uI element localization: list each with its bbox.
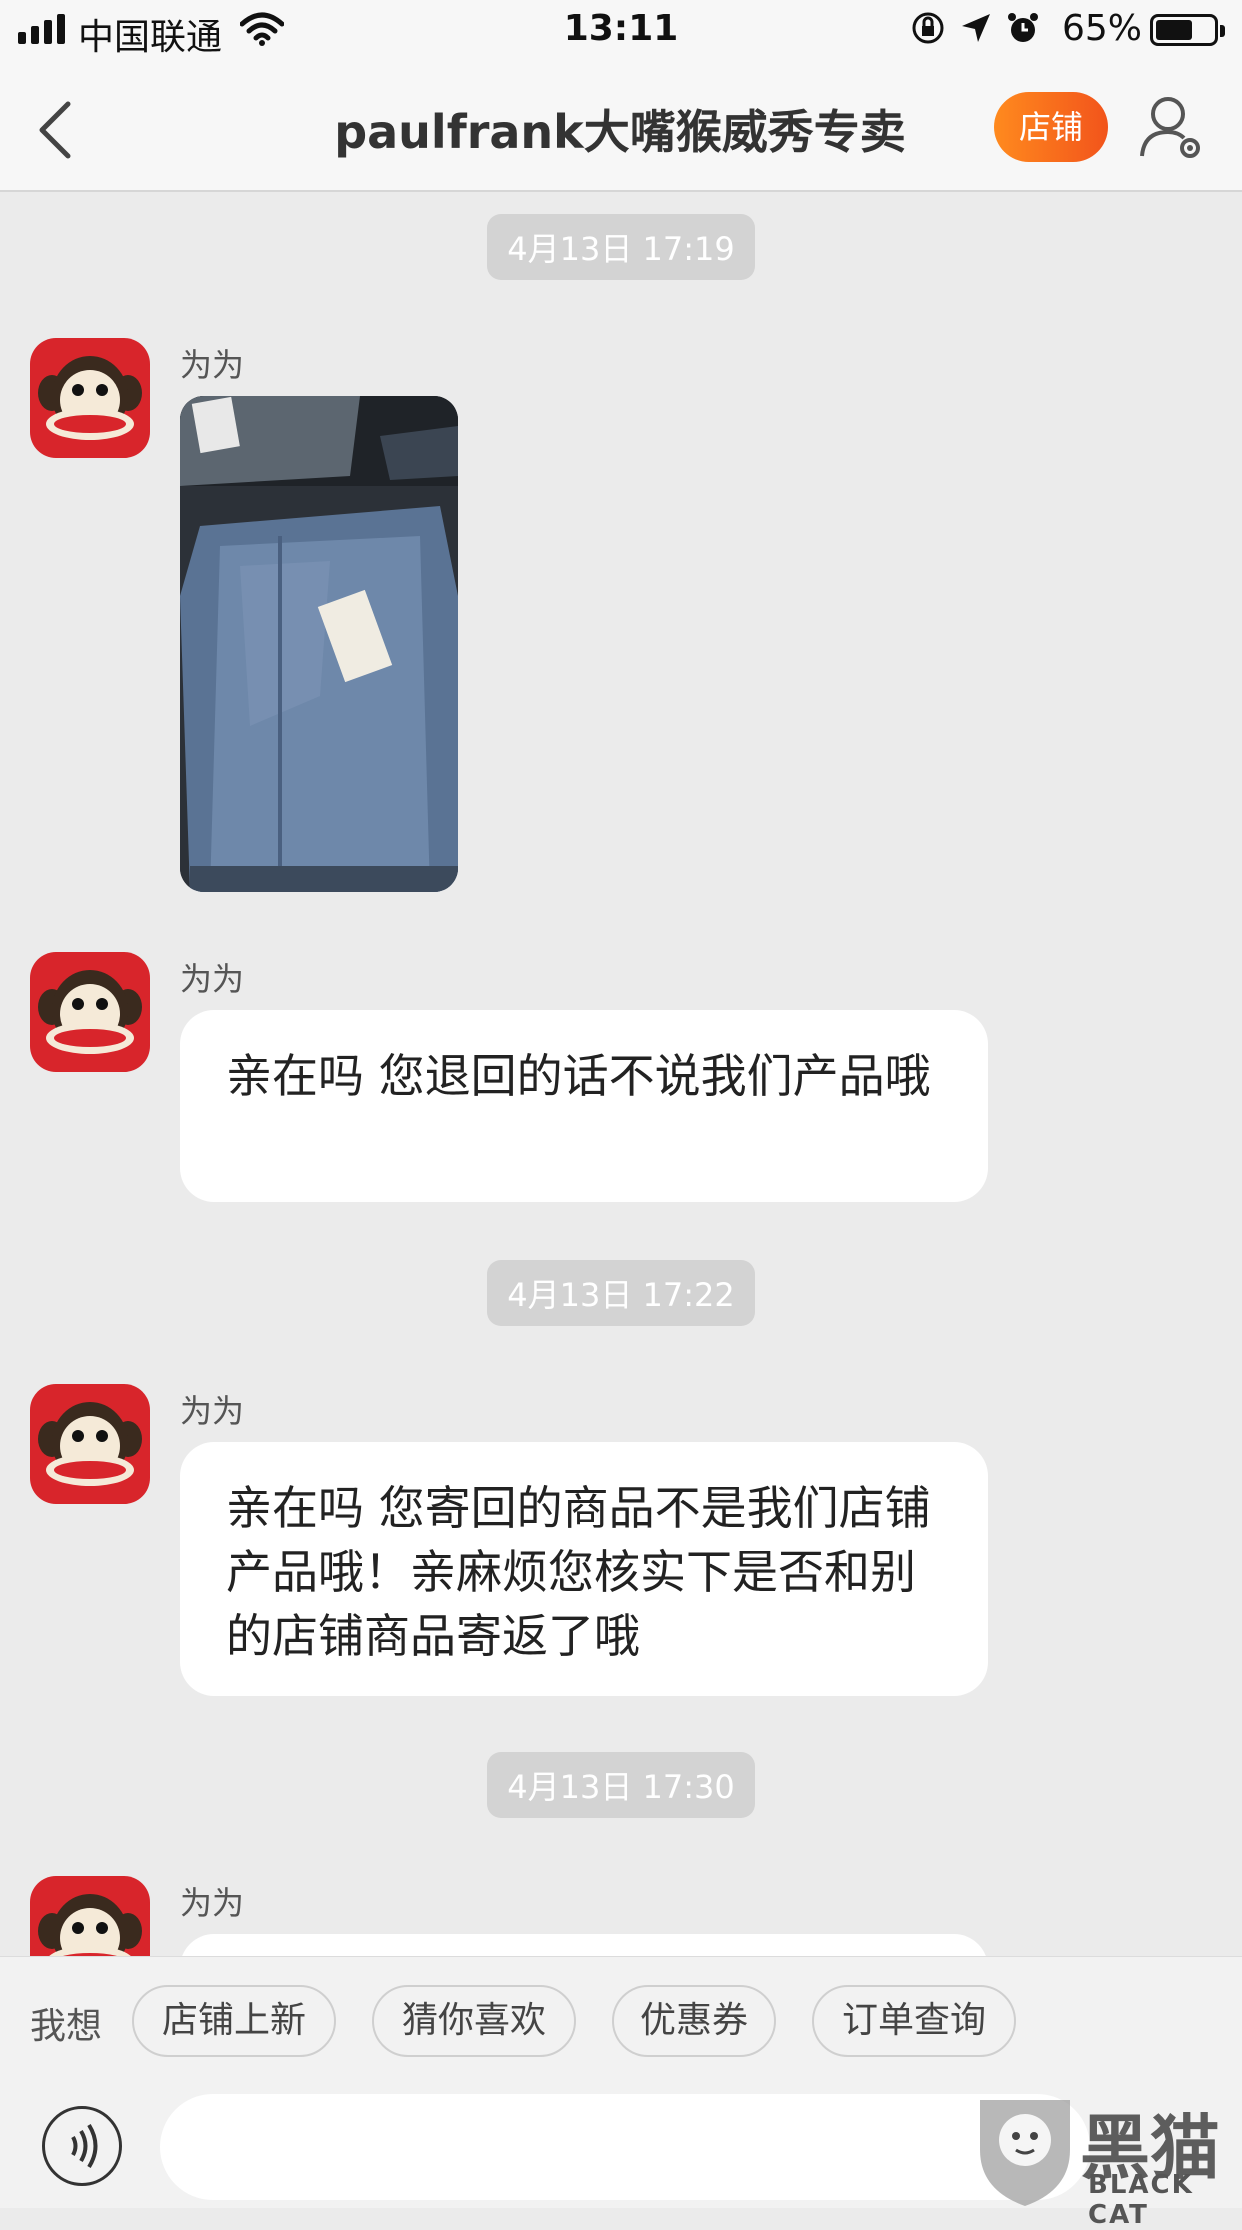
store-button[interactable]: 店铺 [994, 92, 1108, 162]
user-settings-icon[interactable] [1138, 92, 1208, 162]
watermark: 黑猫 BLACK CAT [970, 2090, 1242, 2230]
chip-coupons[interactable]: 优惠券 [612, 1985, 776, 2057]
sender-name: 为为 [180, 346, 245, 384]
chip-guess-you-like[interactable]: 猜你喜欢 [372, 1985, 576, 2057]
monkey-logo-icon [38, 970, 142, 1054]
cat-shield-icon [980, 2100, 1070, 2206]
avatar[interactable] [30, 1876, 150, 1956]
avatar[interactable] [30, 1384, 150, 1504]
sender-name: 为为 [180, 1392, 245, 1430]
back-arrow-icon[interactable] [36, 100, 76, 160]
quick-action-bar: 我想 店铺上新 猜你喜欢 优惠券 订单查询 [0, 1956, 1242, 2080]
watermark-en: BLACK CAT [1088, 2170, 1194, 2230]
avatar[interactable] [30, 338, 150, 458]
sender-name: 为为 [180, 1884, 245, 1922]
timestamp: 4月13日 17:22 [0, 1260, 1242, 1326]
monkey-logo-icon [38, 1402, 142, 1486]
message-bubble[interactable] [180, 1934, 988, 1956]
jeans-photo-image [180, 396, 458, 892]
quick-action-label: 我想 [30, 2006, 103, 2047]
message-input[interactable] [160, 2094, 1090, 2200]
avatar[interactable] [30, 952, 150, 1072]
battery-percent: 65% [1062, 8, 1143, 49]
timestamp: 4月13日 17:30 [0, 1752, 1242, 1818]
rotation-lock-icon [912, 12, 944, 44]
sender-name: 为为 [180, 960, 245, 998]
chat-area[interactable]: 4月13日 17:19 为为 为为 亲在吗 您退回的话不说我们产品哦 4月13日… [0, 194, 1242, 1956]
location-icon [962, 14, 990, 42]
nav-bar: paulfrank大嘴猴威秀专卖 店铺 [0, 62, 1242, 192]
message-bubble[interactable]: 亲在吗 您寄回的商品不是我们店铺产品哦！亲麻烦您核实下是否和别的店铺商品寄返了哦 [180, 1442, 988, 1696]
voice-input-button[interactable] [42, 2106, 122, 2186]
alarm-icon [1008, 13, 1038, 42]
clock: 13:11 [563, 8, 679, 49]
message-bubble[interactable]: 亲在吗 您退回的话不说我们产品哦 [180, 1010, 988, 1202]
status-bar: 中国联通 13:11 65% [0, 0, 1242, 62]
monkey-logo-icon [38, 356, 142, 440]
voice-icon [71, 2123, 98, 2169]
chip-new-arrivals[interactable]: 店铺上新 [132, 1985, 336, 2057]
chip-order-query[interactable]: 订单查询 [812, 1985, 1016, 2057]
page-title: paulfrank大嘴猴威秀专卖 [334, 105, 906, 159]
timestamp: 4月13日 17:19 [0, 214, 1242, 280]
product-photo[interactable] [180, 396, 458, 892]
battery-icon [1150, 14, 1225, 46]
monkey-logo-icon [38, 1894, 142, 1956]
